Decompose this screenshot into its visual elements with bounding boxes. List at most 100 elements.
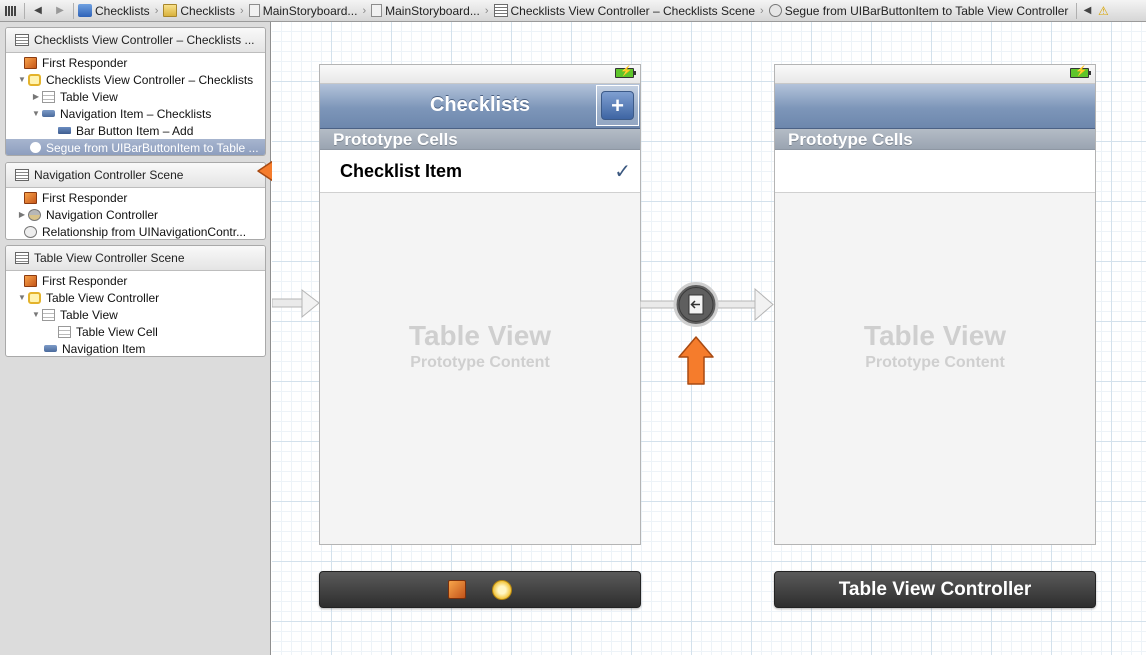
grid-icon <box>5 5 17 16</box>
table-view-cell-icon <box>58 325 71 338</box>
prototype-cell[interactable]: Checklist Item ✓ <box>320 150 640 193</box>
first-responder-icon[interactable] <box>448 580 466 599</box>
navigation-item-icon <box>42 110 55 117</box>
scene-navigation-controller: Navigation Controller Scene First Respon… <box>5 162 266 240</box>
placeholder-title: Table View <box>408 320 552 351</box>
scene-checklists: Checklists View Controller – Checklists … <box>5 27 266 156</box>
orange-arrow-up-icon <box>678 336 714 385</box>
segue-icon[interactable] <box>676 284 716 324</box>
scene-icon <box>15 34 29 46</box>
disclosure-down-icon[interactable]: ▼ <box>30 109 42 118</box>
status-bar <box>775 65 1095 84</box>
segue-icon <box>768 4 782 17</box>
checkmark-icon: ✓ <box>614 161 631 183</box>
related-items-button[interactable] <box>0 0 22 21</box>
chevron-right-icon: › <box>362 4 367 17</box>
outline-row-first-responder[interactable]: First Responder <box>6 189 265 206</box>
disclosure-right-icon[interactable]: ▶ <box>30 92 42 101</box>
back-arrow-icon: ◀ <box>1083 5 1092 16</box>
navigation-controller-icon <box>28 208 41 221</box>
row-label: Navigation Item <box>62 341 146 356</box>
row-label: Segue from UIBarButtonItem to Table ... <box>46 140 259 155</box>
placeholder-title: Table View <box>863 320 1007 351</box>
chevron-right-icon: › <box>484 4 489 17</box>
row-label: Table View Cell <box>76 324 158 339</box>
chevron-right-icon: › <box>154 4 159 17</box>
outline-row-navigation-item[interactable]: Navigation Item <box>6 340 265 356</box>
dock-label: Table View Controller <box>838 578 1032 600</box>
disclosure-down-icon[interactable]: ▼ <box>16 293 28 302</box>
issue-back-button[interactable]: ◀ <box>1079 0 1095 21</box>
table-view-controller-device[interactable]: Prototype Cells Table View Prototype Con… <box>774 64 1096 545</box>
scene-table-view-controller: Table View Controller Scene First Respon… <box>5 245 266 357</box>
first-responder-icon <box>24 274 37 287</box>
outline-row-navigation-controller[interactable]: ▶ Navigation Controller <box>6 206 265 223</box>
warning-button[interactable]: ⚠ <box>1095 0 1111 21</box>
outline-row-view-controller[interactable]: ▼ Checklists View Controller – Checklist… <box>6 71 265 88</box>
disclosure-down-icon[interactable]: ▼ <box>30 310 42 319</box>
checklists-view-controller-device[interactable]: Checklists + Prototype Cells Checklist I… <box>319 64 641 545</box>
breadcrumb-storyboard-base[interactable]: MainStoryboard... <box>369 4 482 18</box>
navigation-bar[interactable] <box>775 84 1095 129</box>
outline-row-segue[interactable]: Segue from UIBarButtonItem to Table ... <box>6 139 265 155</box>
scene-dock-table-view-controller[interactable]: Table View Controller <box>774 571 1096 608</box>
view-controller-icon[interactable] <box>492 579 512 600</box>
segue-icon <box>30 142 41 153</box>
row-label: Navigation Controller <box>46 207 159 222</box>
storyboard-canvas[interactable]: Checklists + Prototype Cells Checklist I… <box>272 22 1146 655</box>
row-label: First Responder <box>42 190 128 205</box>
row-label: Bar Button Item – Add <box>76 123 194 138</box>
back-arrow-icon: ◀ <box>34 5 42 16</box>
scene-header[interactable]: Navigation Controller Scene <box>6 163 265 188</box>
breadcrumb-project[interactable]: Checklists <box>76 4 152 18</box>
divider <box>24 2 25 19</box>
relationship-icon <box>24 225 37 238</box>
breadcrumb-label: Checklists <box>95 3 150 18</box>
forward-button[interactable]: ▶ <box>49 0 71 21</box>
first-responder-icon <box>24 56 37 69</box>
outline-row-table-view[interactable]: ▼ Table View <box>6 306 265 323</box>
placeholder-subtitle: Prototype Content <box>865 354 1005 371</box>
breadcrumb-storyboard[interactable]: MainStoryboard... <box>247 4 360 18</box>
outline-row-relationship[interactable]: Relationship from UINavigationContr... <box>6 223 265 239</box>
outline-row-first-responder[interactable]: First Responder <box>6 54 265 71</box>
row-label: Table View <box>60 89 118 104</box>
cell-label: Checklist Item <box>340 161 463 181</box>
disclosure-right-icon[interactable]: ▶ <box>16 210 28 219</box>
bar-button-item-icon <box>58 127 71 134</box>
back-button[interactable]: ◀ <box>27 0 49 21</box>
scene-header[interactable]: Checklists View Controller – Checklists … <box>6 28 265 53</box>
scene-header[interactable]: Table View Controller Scene <box>6 246 265 271</box>
breadcrumb-scene[interactable]: Checklists View Controller – Checklists … <box>492 4 758 18</box>
scene-dock-checklists[interactable] <box>319 571 641 608</box>
document-outline: Checklists View Controller – Checklists … <box>0 22 304 655</box>
navigation-item-icon <box>44 345 57 352</box>
battery-icon <box>615 66 636 78</box>
battery-icon <box>1070 66 1091 78</box>
scene-title: Navigation Controller Scene <box>34 168 184 182</box>
breadcrumb-label: Checklists View Controller – Checklists … <box>510 3 756 18</box>
breadcrumb-label: MainStoryboard... <box>385 3 480 18</box>
breadcrumb-folder[interactable]: Checklists <box>161 4 237 18</box>
relationship-arrow-icon <box>272 288 320 319</box>
add-button[interactable]: + <box>596 85 639 126</box>
disclosure-down-icon[interactable]: ▼ <box>16 75 28 84</box>
row-label: Relationship from UINavigationContr... <box>42 224 247 239</box>
chevron-right-icon: › <box>760 4 764 17</box>
table-view-placeholder: Table View Prototype Content <box>320 320 640 372</box>
outline-row-bar-button-item[interactable]: Bar Button Item – Add <box>6 122 265 139</box>
outline-row-table-view-cell[interactable]: Table View Cell <box>6 323 265 340</box>
outline-row-table-view[interactable]: ▶ Table View <box>6 88 265 105</box>
scene-icon <box>493 4 508 17</box>
view-controller-icon <box>28 291 41 304</box>
outline-row-first-responder[interactable]: First Responder <box>6 272 265 289</box>
breadcrumb-label: Segue from UIBarButtonItem to Table View… <box>784 3 1069 18</box>
outline-row-table-view-controller[interactable]: ▼ Table View Controller <box>6 289 265 306</box>
breadcrumb-segue[interactable]: Segue from UIBarButtonItem to Table View… <box>767 4 1071 18</box>
scene-title: Checklists View Controller – Checklists … <box>34 33 255 47</box>
prototype-cell[interactable] <box>775 150 1095 193</box>
row-label: Navigation Item – Checklists <box>60 106 212 121</box>
navigation-bar[interactable]: Checklists + <box>320 84 640 129</box>
breadcrumb-label: Checklists <box>180 3 236 18</box>
outline-row-navigation-item[interactable]: ▼ Navigation Item – Checklists <box>6 105 265 122</box>
